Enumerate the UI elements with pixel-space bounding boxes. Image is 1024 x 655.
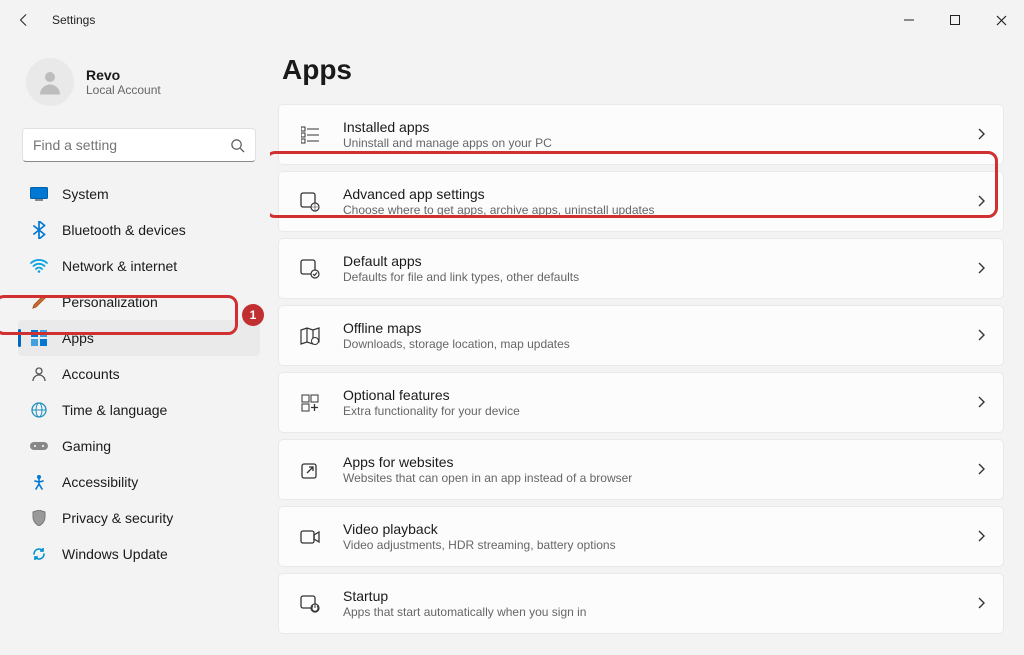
card-sub: Websites that can open in an app instead… <box>343 471 977 485</box>
card-sub: Extra functionality for your device <box>343 404 977 418</box>
chevron-right-icon <box>977 194 985 210</box>
card-title: Apps for websites <box>343 454 977 470</box>
profile-text: Revo Local Account <box>86 67 161 97</box>
sidebar: Revo Local Account System Bluetooth & de… <box>0 40 270 655</box>
nav-label: Apps <box>62 330 94 346</box>
card-sub: Uninstall and manage apps on your PC <box>343 136 977 150</box>
card-startup[interactable]: Startup Apps that start automatically wh… <box>278 573 1004 634</box>
card-title: Default apps <box>343 253 977 269</box>
search-icon <box>230 138 245 153</box>
card-sub: Defaults for file and link types, other … <box>343 270 977 284</box>
paintbrush-icon <box>30 293 48 311</box>
card-default-apps[interactable]: Default apps Defaults for file and link … <box>278 238 1004 299</box>
chevron-right-icon <box>977 462 985 478</box>
card-video-playback[interactable]: Video playback Video adjustments, HDR st… <box>278 506 1004 567</box>
nav-label: Gaming <box>62 438 111 454</box>
card-installed-apps[interactable]: Installed apps Uninstall and manage apps… <box>278 104 1004 165</box>
nav-label: Privacy & security <box>62 510 173 526</box>
card-title: Offline maps <box>343 320 977 336</box>
page-title: Apps <box>282 54 1004 86</box>
card-title: Installed apps <box>343 119 977 135</box>
card-advanced-app-settings[interactable]: Advanced app settings Choose where to ge… <box>278 171 1004 232</box>
card-title: Optional features <box>343 387 977 403</box>
nav-label: Time & language <box>62 402 167 418</box>
nav-label: System <box>62 186 109 202</box>
chevron-right-icon <box>977 395 985 411</box>
nav-item-personalization[interactable]: Personalization <box>18 284 260 320</box>
apps-icon <box>30 329 48 347</box>
window-controls <box>886 0 1024 40</box>
accounts-icon <box>30 365 48 383</box>
card-sub: Apps that start automatically when you s… <box>343 605 977 619</box>
nav-label: Network & internet <box>62 258 177 274</box>
minimize-icon <box>904 15 914 25</box>
card-title: Startup <box>343 588 977 604</box>
person-icon <box>35 67 65 97</box>
back-button[interactable] <box>14 13 34 27</box>
nav-label: Accessibility <box>62 474 138 490</box>
nav-label: Bluetooth & devices <box>62 222 186 238</box>
installed-apps-icon <box>297 126 323 144</box>
nav-item-accounts[interactable]: Accounts <box>18 356 260 392</box>
nav-item-privacy[interactable]: Privacy & security <box>18 500 260 536</box>
nav-label: Windows Update <box>62 546 168 562</box>
close-icon <box>996 15 1007 26</box>
nav-list: System Bluetooth & devices Network & int… <box>18 176 260 572</box>
profile-name: Revo <box>86 67 161 83</box>
open-external-icon <box>297 461 323 479</box>
chevron-right-icon <box>977 328 985 344</box>
nav-label: Personalization <box>62 294 158 310</box>
globe-icon <box>30 401 48 419</box>
video-icon <box>297 530 323 544</box>
chevron-right-icon <box>977 127 985 143</box>
card-sub: Downloads, storage location, map updates <box>343 337 977 351</box>
nav-label: Accounts <box>62 366 120 382</box>
card-title: Advanced app settings <box>343 186 977 202</box>
nav-item-bluetooth[interactable]: Bluetooth & devices <box>18 212 260 248</box>
card-sub: Video adjustments, HDR streaming, batter… <box>343 538 977 552</box>
accessibility-icon <box>30 473 48 491</box>
nav-item-network[interactable]: Network & internet <box>18 248 260 284</box>
bluetooth-icon <box>30 221 48 239</box>
nav-item-time-language[interactable]: Time & language <box>18 392 260 428</box>
card-offline-maps[interactable]: Offline maps Downloads, storage location… <box>278 305 1004 366</box>
maximize-icon <box>950 15 960 25</box>
chevron-right-icon <box>977 261 985 277</box>
nav-item-windows-update[interactable]: Windows Update <box>18 536 260 572</box>
wifi-icon <box>30 257 48 275</box>
nav-item-gaming[interactable]: Gaming <box>18 428 260 464</box>
profile-subtitle: Local Account <box>86 83 161 97</box>
profile[interactable]: Revo Local Account <box>18 52 260 124</box>
card-sub: Choose where to get apps, archive apps, … <box>343 203 977 217</box>
close-button[interactable] <box>978 0 1024 40</box>
nav-item-system[interactable]: System <box>18 176 260 212</box>
titlebar: Settings <box>0 0 1024 40</box>
system-icon <box>30 185 48 203</box>
avatar <box>26 58 74 106</box>
nav-item-accessibility[interactable]: Accessibility <box>18 464 260 500</box>
main-panel: Apps Installed apps Uninstall and manage… <box>270 40 1024 655</box>
card-optional-features[interactable]: Optional features Extra functionality fo… <box>278 372 1004 433</box>
window-title: Settings <box>52 13 95 27</box>
chevron-right-icon <box>977 596 985 612</box>
minimize-button[interactable] <box>886 0 932 40</box>
card-title: Video playback <box>343 521 977 537</box>
chevron-right-icon <box>977 529 985 545</box>
card-apps-for-websites[interactable]: Apps for websites Websites that can open… <box>278 439 1004 500</box>
search-box[interactable] <box>22 128 256 162</box>
arrow-left-icon <box>17 13 31 27</box>
map-icon <box>297 327 323 345</box>
advanced-settings-icon <box>297 192 323 212</box>
update-icon <box>30 545 48 563</box>
gaming-icon <box>30 437 48 455</box>
maximize-button[interactable] <box>932 0 978 40</box>
callout-1-badge: 1 <box>242 304 264 326</box>
search-input[interactable] <box>33 137 230 153</box>
features-icon <box>297 394 323 412</box>
nav-item-apps[interactable]: Apps <box>18 320 260 356</box>
default-apps-icon <box>297 259 323 279</box>
shield-icon <box>30 509 48 527</box>
startup-icon <box>297 595 323 613</box>
